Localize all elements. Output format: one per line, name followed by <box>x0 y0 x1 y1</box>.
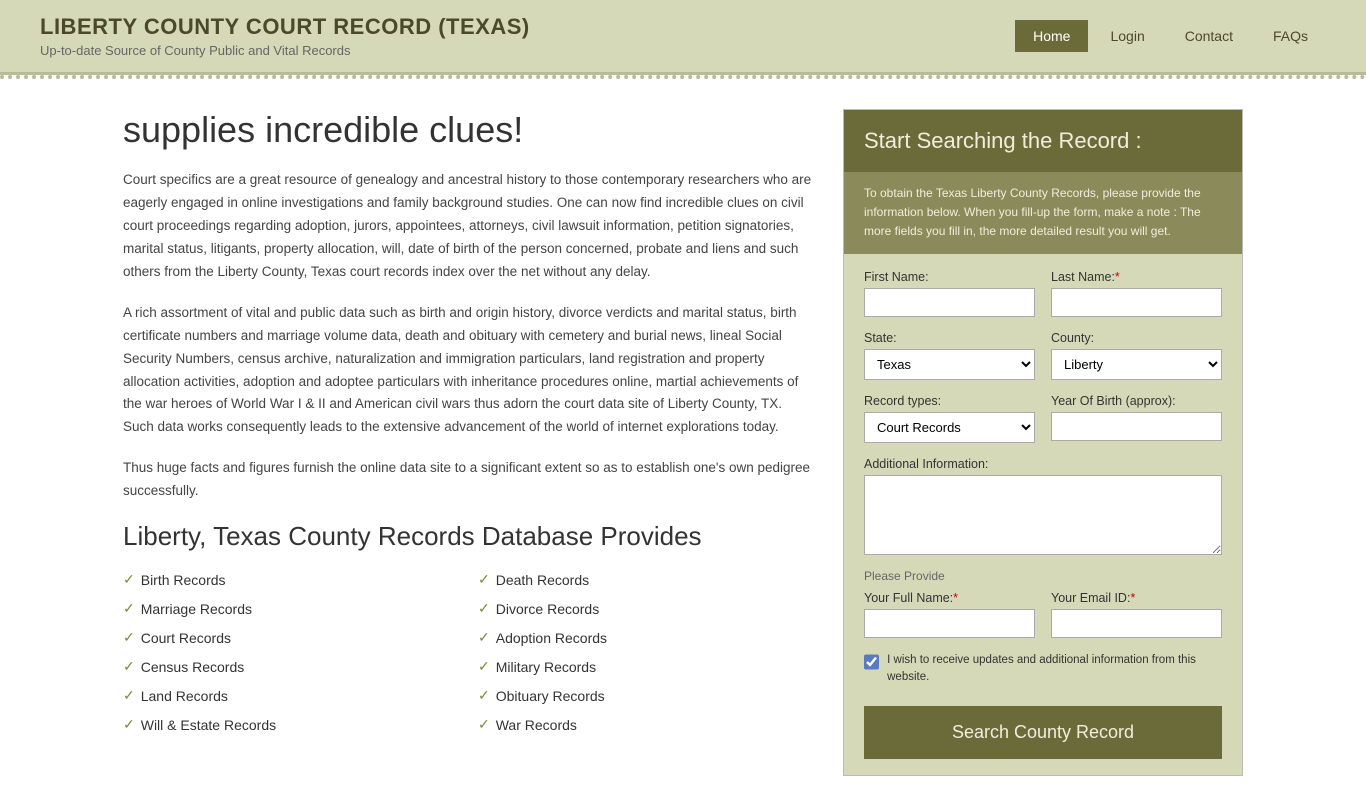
checkmark-icon: ✓ <box>478 716 490 733</box>
checkmark-icon: ✓ <box>478 571 490 588</box>
county-group: County: Liberty Harris Dallas Bexar <box>1051 331 1222 380</box>
record-type-group: Record types: Court Records Birth Record… <box>864 394 1035 443</box>
state-county-row: State: Texas Alabama Alaska Arizona Arka… <box>864 331 1222 380</box>
first-name-group: First Name: <box>864 270 1035 317</box>
email-input[interactable] <box>1051 609 1222 638</box>
list-item: ✓ Court Records <box>123 626 458 649</box>
email-group: Your Email ID:* <box>1051 591 1222 638</box>
site-title: LIBERTY COUNTY COURT RECORD (TEXAS) <box>40 14 530 40</box>
site-subtitle: Up-to-date Source of County Public and V… <box>40 43 530 58</box>
required-indicator: * <box>1130 591 1135 605</box>
full-name-label: Your Full Name:* <box>864 591 1035 605</box>
county-select[interactable]: Liberty Harris Dallas Bexar <box>1051 349 1222 380</box>
last-name-label: Last Name:* <box>1051 270 1222 284</box>
page-headline: supplies incredible clues! <box>123 109 813 151</box>
additional-info-textarea[interactable] <box>864 475 1222 555</box>
email-label: Your Email ID:* <box>1051 591 1222 605</box>
main-nav: Home Login Contact FAQs <box>1015 20 1326 52</box>
name-row: First Name: Last Name:* <box>864 270 1222 317</box>
checkmark-icon: ✓ <box>123 571 135 588</box>
checkmark-icon: ✓ <box>478 600 490 617</box>
list-item: ✓ Will & Estate Records <box>123 713 458 736</box>
list-item: ✓ Birth Records <box>123 568 458 591</box>
list-item: ✓ Military Records <box>478 655 813 678</box>
state-select[interactable]: Texas Alabama Alaska Arizona Arkansas Ca… <box>864 349 1035 380</box>
record-label: Census Records <box>141 659 245 675</box>
search-panel: Start Searching the Record : To obtain t… <box>843 109 1243 776</box>
checkmark-icon: ✓ <box>123 687 135 704</box>
contact-row: Your Full Name:* Your Email ID:* <box>864 591 1222 638</box>
record-label: Will & Estate Records <box>141 717 276 733</box>
year-label: Year Of Birth (approx): <box>1051 394 1222 408</box>
state-group: State: Texas Alabama Alaska Arizona Arka… <box>864 331 1035 380</box>
additional-info-label: Additional Information: <box>864 457 1222 471</box>
record-label: Birth Records <box>141 572 226 588</box>
record-label: Obituary Records <box>496 688 605 704</box>
intro-paragraph-2: A rich assortment of vital and public da… <box>123 302 813 440</box>
required-indicator: * <box>953 591 958 605</box>
checkmark-icon: ✓ <box>123 629 135 646</box>
newsletter-row: I wish to receive updates and additional… <box>864 652 1222 687</box>
checkmark-icon: ✓ <box>478 629 490 646</box>
intro-paragraph-1: Court specifics are a great resource of … <box>123 169 813 284</box>
last-name-input[interactable] <box>1051 288 1222 317</box>
checkmark-icon: ✓ <box>478 658 490 675</box>
list-item: ✓ Divorce Records <box>478 597 813 620</box>
nav-contact[interactable]: Contact <box>1167 20 1251 52</box>
county-label: County: <box>1051 331 1222 345</box>
list-item: ✓ Census Records <box>123 655 458 678</box>
additional-info-group: Additional Information: <box>864 457 1222 555</box>
checkmark-icon: ✓ <box>123 716 135 733</box>
full-name-input[interactable] <box>864 609 1035 638</box>
panel-title: Start Searching the Record : <box>844 110 1242 172</box>
header-branding: LIBERTY COUNTY COURT RECORD (TEXAS) Up-t… <box>40 14 530 58</box>
record-label: Court Records <box>141 630 231 646</box>
required-indicator: * <box>1115 270 1120 284</box>
list-item: ✓ Marriage Records <box>123 597 458 620</box>
record-label: Adoption Records <box>496 630 607 646</box>
main-container: supplies incredible clues! Court specifi… <box>83 79 1283 806</box>
please-provide-label: Please Provide <box>864 569 1222 583</box>
record-label: Military Records <box>496 659 596 675</box>
first-name-label: First Name: <box>864 270 1035 284</box>
record-year-row: Record types: Court Records Birth Record… <box>864 394 1222 443</box>
newsletter-checkbox[interactable] <box>864 654 879 670</box>
record-label: Divorce Records <box>496 601 599 617</box>
list-item: ✓ Death Records <box>478 568 813 591</box>
search-county-record-button[interactable]: Search County Record <box>864 706 1222 759</box>
panel-form: First Name: Last Name:* State: Texas Ala… <box>844 254 1242 776</box>
left-content: supplies incredible clues! Court specifi… <box>123 109 813 776</box>
record-label: Death Records <box>496 572 589 588</box>
list-item: ✓ Obituary Records <box>478 684 813 707</box>
record-label: Marriage Records <box>141 601 252 617</box>
year-group: Year Of Birth (approx): <box>1051 394 1222 443</box>
checkmark-icon: ✓ <box>478 687 490 704</box>
first-name-input[interactable] <box>864 288 1035 317</box>
nav-home[interactable]: Home <box>1015 20 1088 52</box>
records-section-title: Liberty, Texas County Records Database P… <box>123 521 813 552</box>
full-name-group: Your Full Name:* <box>864 591 1035 638</box>
header: LIBERTY COUNTY COURT RECORD (TEXAS) Up-t… <box>0 0 1366 75</box>
nav-faqs[interactable]: FAQs <box>1255 20 1326 52</box>
panel-description: To obtain the Texas Liberty County Recor… <box>844 172 1242 254</box>
record-type-label: Record types: <box>864 394 1035 408</box>
state-label: State: <box>864 331 1035 345</box>
list-item: ✓ War Records <box>478 713 813 736</box>
newsletter-label: I wish to receive updates and additional… <box>887 652 1222 687</box>
record-label: Land Records <box>141 688 228 704</box>
last-name-group: Last Name:* <box>1051 270 1222 317</box>
record-type-select[interactable]: Court Records Birth Records Death Record… <box>864 412 1035 443</box>
list-item: ✓ Adoption Records <box>478 626 813 649</box>
checkmark-icon: ✓ <box>123 658 135 675</box>
record-label: War Records <box>496 717 577 733</box>
intro-paragraph-3: Thus huge facts and figures furnish the … <box>123 457 813 503</box>
nav-login[interactable]: Login <box>1092 20 1162 52</box>
year-input[interactable] <box>1051 412 1222 441</box>
list-item: ✓ Land Records <box>123 684 458 707</box>
checkmark-icon: ✓ <box>123 600 135 617</box>
records-list: ✓ Birth Records ✓ Death Records ✓ Marria… <box>123 568 813 736</box>
